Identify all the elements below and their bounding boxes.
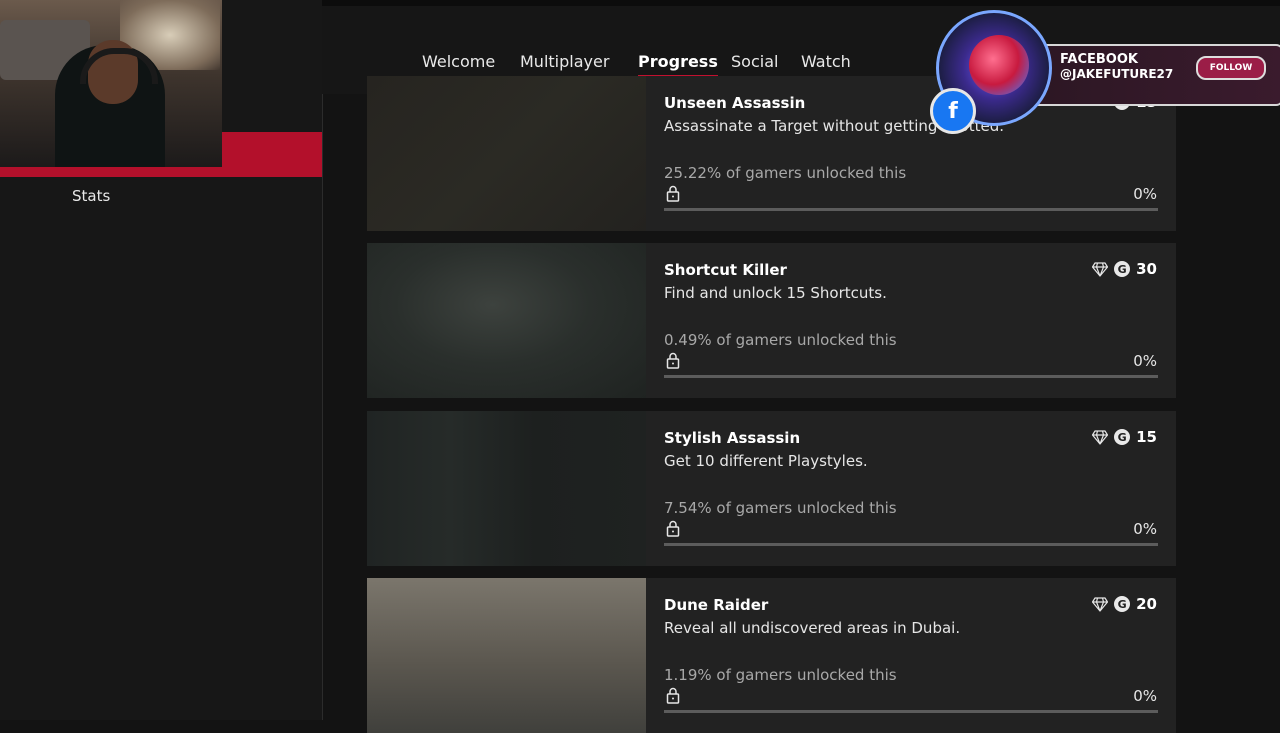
gamerscore: G 20 bbox=[1092, 595, 1157, 613]
nav-tab-social[interactable]: Social bbox=[731, 52, 778, 71]
follow-button[interactable]: FOLLOW bbox=[1196, 56, 1266, 80]
progress-percent: 0% bbox=[1133, 352, 1157, 370]
progress-bar bbox=[664, 375, 1158, 378]
gamerscore: G 30 bbox=[1092, 260, 1157, 278]
diamond-icon bbox=[1092, 597, 1109, 612]
nav-tab-progress[interactable]: Progress bbox=[638, 52, 718, 77]
diamond-icon bbox=[1092, 430, 1109, 445]
achievement-unlock-rate: 25.22% of gamers unlocked this bbox=[664, 164, 907, 182]
achievement-thumbnail bbox=[367, 578, 646, 733]
nav-tab-watch[interactable]: Watch bbox=[801, 52, 851, 71]
progress-percent: 0% bbox=[1133, 520, 1157, 538]
achievement-title: Dune Raider bbox=[664, 596, 769, 614]
lock-icon bbox=[666, 352, 680, 373]
achievement-title: Unseen Assassin bbox=[664, 94, 806, 112]
progress-bar bbox=[664, 208, 1158, 211]
facebook-icon: f bbox=[930, 88, 976, 134]
lock-icon bbox=[666, 520, 680, 541]
achievement-description: Get 10 different Playstyles. bbox=[664, 452, 868, 470]
gamerscore-value: 15 bbox=[1136, 428, 1157, 446]
achievement-thumbnail bbox=[367, 76, 646, 231]
achievement-card-dune-raider[interactable]: Dune Raider Reveal all undiscovered area… bbox=[367, 578, 1176, 733]
progress-percent: 0% bbox=[1133, 687, 1157, 705]
achievement-unlock-rate: 0.49% of gamers unlocked this bbox=[664, 331, 897, 349]
achievement-unlock-rate: 7.54% of gamers unlocked this bbox=[664, 499, 897, 517]
sidebar-item-stats[interactable]: Stats bbox=[72, 187, 110, 205]
achievement-description: Find and unlock 15 Shortcuts. bbox=[664, 284, 887, 302]
gamerscore-icon: G bbox=[1114, 596, 1131, 612]
diamond-icon bbox=[1092, 262, 1109, 277]
gamerscore-icon: G bbox=[1114, 429, 1131, 445]
achievement-description: Reveal all undiscovered areas in Dubai. bbox=[664, 619, 961, 637]
social-follow-overlay: FACEBOOK @JAKEFUTURE27 FOLLOW f bbox=[930, 10, 1280, 134]
progress-percent: 0% bbox=[1133, 185, 1157, 203]
progress-bar bbox=[664, 543, 1158, 546]
webcam-overlay bbox=[0, 0, 222, 167]
gamerscore: G 15 bbox=[1092, 428, 1157, 446]
progress-bar bbox=[664, 710, 1158, 713]
gamerscore-icon: G bbox=[1114, 261, 1131, 277]
facebook-handle: @JAKEFUTURE27 bbox=[1060, 67, 1174, 81]
achievement-unlock-rate: 1.19% of gamers unlocked this bbox=[664, 666, 897, 684]
facebook-label: FACEBOOK bbox=[1060, 52, 1138, 67]
lock-icon bbox=[666, 185, 680, 206]
lock-icon bbox=[666, 687, 680, 708]
gamerscore-value: 30 bbox=[1136, 260, 1157, 278]
achievement-title: Stylish Assassin bbox=[664, 429, 801, 447]
achievement-title: Shortcut Killer bbox=[664, 261, 787, 279]
nav-tab-multiplayer[interactable]: Multiplayer bbox=[520, 52, 609, 71]
achievement-card-stylish-assassin[interactable]: Stylish Assassin Get 10 different Playst… bbox=[367, 411, 1176, 566]
achievement-thumbnail bbox=[367, 411, 646, 566]
achievement-card-shortcut-killer[interactable]: Shortcut Killer Find and unlock 15 Short… bbox=[367, 243, 1176, 398]
nav-tab-welcome[interactable]: Welcome bbox=[422, 52, 495, 71]
gamerscore-value: 20 bbox=[1136, 595, 1157, 613]
achievement-thumbnail bbox=[367, 243, 646, 398]
